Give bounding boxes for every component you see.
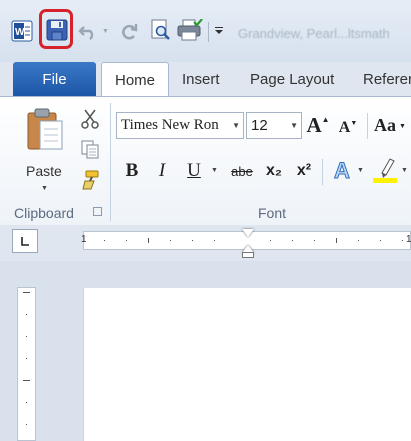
first-line-indent-marker[interactable] [242,229,254,237]
clipboard-dialog-launcher-icon[interactable] [93,207,102,216]
text-effects-icon: A [334,158,351,184]
redo-icon[interactable] [118,20,140,42]
paste-dropdown-icon: ▼ [41,185,48,192]
tab-home[interactable]: Home [101,62,169,97]
subscript-button[interactable]: x₂ [262,157,286,185]
paste-label: Paste [26,163,62,179]
svg-text:W: W [15,27,25,38]
change-case-label: Aa [374,115,396,135]
left-tab-icon [21,237,29,246]
font-size-value: 12 [251,117,268,134]
underline-label: U [187,160,201,181]
cut-icon[interactable] [80,109,100,129]
undo-dropdown-icon[interactable]: ▼ [102,28,109,35]
change-case-button[interactable]: Aa ▼ [374,112,411,139]
font-family-select[interactable]: Times New Ron ▼ [116,112,244,139]
ribbon: Paste ▼ Clipboard Times New Ron ▼ 12 ▼ A… [0,96,411,225]
tab-page-layout[interactable]: Page Layout [250,62,334,96]
highlighter-dropdown-icon[interactable]: ▼ [401,167,408,174]
window-title: Grandview, Pearl...ltsmath [238,26,390,41]
word-icon[interactable]: W [11,20,33,42]
clipboard-group-label: Clipboard [14,205,74,221]
undo-icon[interactable] [78,20,98,42]
grow-font-button[interactable]: A ▲ [306,112,330,139]
font-size-select[interactable]: 12 ▼ [246,112,302,139]
tab-file[interactable]: File [13,62,96,96]
shrink-font-button[interactable]: A ▼ [336,114,360,141]
vertical-ruler-ticks [23,292,30,425]
group-separator [110,103,111,221]
tab-insert[interactable]: Insert [182,62,220,96]
left-indent-marker[interactable] [242,252,254,258]
paste-button[interactable]: Paste ▼ [20,103,72,203]
tab-references[interactable]: Referen [363,62,411,96]
underline-dropdown-icon[interactable]: ▼ [211,167,218,174]
strikethrough-button[interactable]: abe [228,157,256,185]
highlighter-icon[interactable] [372,155,398,185]
grow-font-label: A [306,113,322,137]
customize-qat-icon[interactable] [215,27,225,39]
tab-selector-button[interactable] [12,229,38,253]
font-group-label: Font [258,205,287,221]
text-effects-dropdown-icon[interactable]: ▼ [357,167,364,174]
save-highlight-outline [39,9,73,49]
print-preview-icon[interactable] [148,18,172,42]
font-size-dropdown-icon: ▼ [290,121,298,130]
document-page[interactable] [83,288,411,441]
font-family-dropdown-icon: ▼ [232,121,240,130]
text-effects-button[interactable]: A [330,157,354,185]
vertical-ruler[interactable] [17,287,36,441]
format-painter-icon[interactable] [80,169,100,191]
shrink-font-label: A [338,118,351,136]
italic-button[interactable]: I [152,157,172,185]
font-row-separator [367,113,368,139]
font-row2-separator [322,159,323,185]
clipboard-icon [25,107,65,153]
copy-icon[interactable] [79,139,101,159]
qat-separator [208,22,209,42]
print-icon[interactable] [177,18,203,42]
quick-access-toolbar: W ▼ Grandview, Pearl...ltsmath [0,0,411,62]
bold-button[interactable]: B [121,157,143,185]
ruler-number-right: 1 [406,234,411,245]
superscript-button[interactable]: x² [292,157,316,185]
underline-button[interactable]: U [183,157,205,185]
font-family-value: Times New Ron [121,117,219,133]
